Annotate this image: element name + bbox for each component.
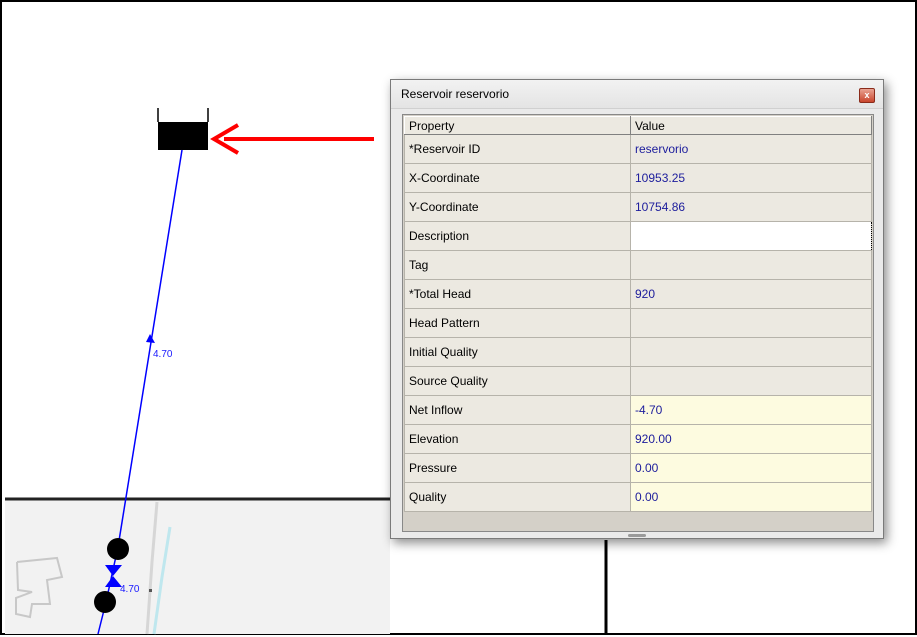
property-row[interactable]: Head Pattern (404, 308, 872, 338)
property-name: *Reservoir ID (404, 134, 631, 164)
property-row[interactable]: Tag (404, 250, 872, 280)
property-value: 920.00 (630, 424, 872, 454)
property-name: Initial Quality (404, 337, 631, 367)
property-name: X-Coordinate (404, 163, 631, 193)
property-row[interactable]: Description (404, 221, 872, 251)
property-value[interactable] (630, 308, 872, 338)
property-name: Tag (404, 250, 631, 280)
property-value[interactable]: 10754.86 (630, 192, 872, 222)
property-name: Elevation (404, 424, 631, 454)
resize-grip[interactable] (628, 534, 646, 537)
property-row[interactable]: Y-Coordinate 10754.86 (404, 192, 872, 222)
property-table: Property Value *Reservoir ID reservorio X-… (404, 116, 872, 512)
property-value: 0.00 (630, 453, 872, 483)
property-value[interactable]: 10953.25 (630, 163, 872, 193)
close-icon[interactable]: x (859, 88, 875, 103)
property-name: *Total Head (404, 279, 631, 309)
property-row[interactable]: Initial Quality (404, 337, 872, 367)
junction-node[interactable] (94, 591, 116, 613)
property-editor-window[interactable]: Reservoir reservorio x Property Value *R… (390, 79, 884, 539)
property-row[interactable]: Elevation 920.00 (404, 424, 872, 454)
property-value[interactable] (630, 337, 872, 367)
column-header-property[interactable]: Property (404, 116, 631, 135)
column-header-value[interactable]: Value (630, 116, 872, 135)
property-name: Head Pattern (404, 308, 631, 338)
property-grid[interactable]: Property Value *Reservoir ID reservorio X-… (402, 114, 874, 532)
property-row[interactable]: *Reservoir ID reservorio (404, 134, 872, 164)
property-name: Net Inflow (404, 395, 631, 425)
property-value[interactable] (630, 250, 872, 280)
pipe-flow-label: 4.70 (153, 349, 173, 360)
pipe-flow-label-lower: 4.70 (120, 584, 140, 595)
grid-header-row: Property Value (404, 116, 872, 135)
property-row[interactable]: *Total Head 920 (404, 279, 872, 309)
property-row[interactable]: Net Inflow -4.70 (404, 395, 872, 425)
property-value[interactable] (630, 221, 872, 251)
property-row[interactable]: Pressure 0.00 (404, 453, 872, 483)
property-row[interactable]: X-Coordinate 10953.25 (404, 163, 872, 193)
property-name: Source Quality (404, 366, 631, 396)
property-value: -4.70 (630, 395, 872, 425)
junction-node[interactable] (107, 538, 129, 560)
flow-direction-arrow (146, 334, 155, 343)
reservoir-node[interactable] (158, 122, 208, 150)
backdrop-area (5, 499, 390, 634)
property-row[interactable]: Quality 0.00 (404, 482, 872, 512)
property-row[interactable]: Source Quality (404, 366, 872, 396)
property-name: Pressure (404, 453, 631, 483)
property-name: Quality (404, 482, 631, 512)
property-name: Description (404, 221, 631, 251)
property-value[interactable]: 920 (630, 279, 872, 309)
window-title: Reservoir reservorio (401, 87, 510, 101)
property-value[interactable]: reservorio (630, 134, 872, 164)
property-value[interactable] (630, 366, 872, 396)
property-value: 0.00 (630, 482, 872, 512)
property-name: Y-Coordinate (404, 192, 631, 222)
window-titlebar[interactable]: Reservoir reservorio x (391, 80, 883, 109)
